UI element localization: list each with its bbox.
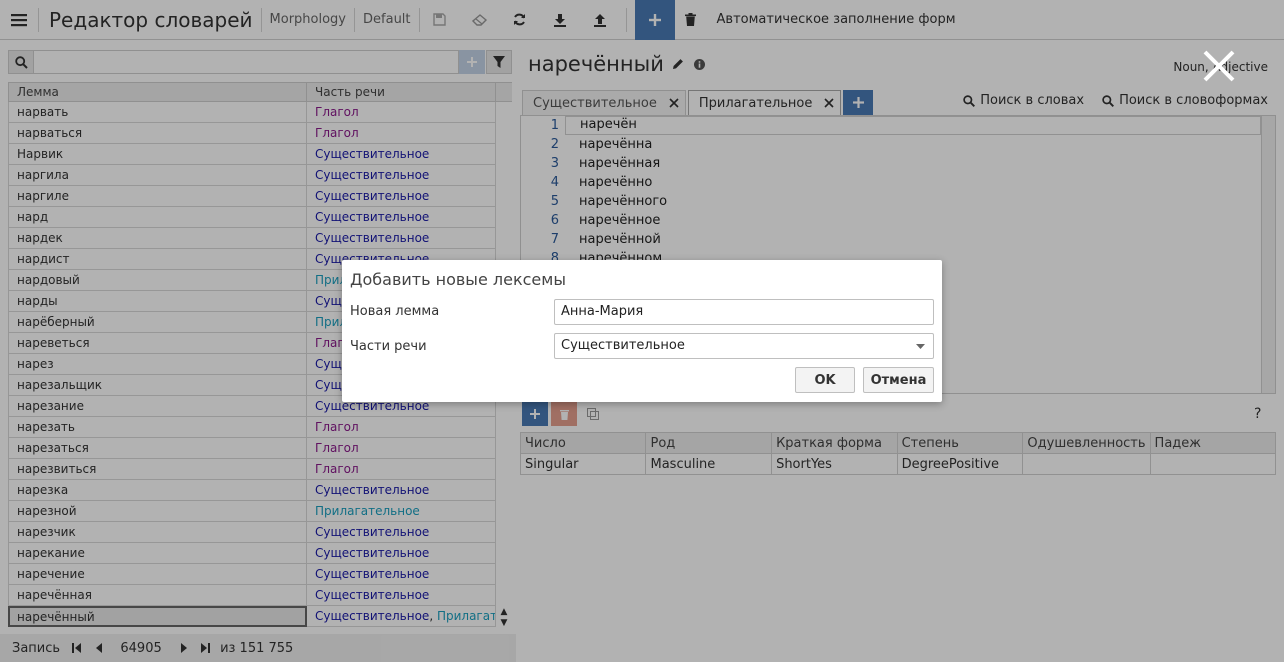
pos-select[interactable]: Существительное [554,333,934,359]
dialog-title: Добавить новые лексемы [350,270,566,289]
cancel-button[interactable]: Отмена [863,367,934,393]
pos-label: Части речи [350,339,427,354]
ok-button[interactable]: OK [795,367,855,393]
new-lemma-input[interactable]: Анна-Мария [554,299,934,325]
chevron-down-icon [916,344,925,349]
close-modal-icon[interactable] [1202,49,1236,83]
new-lemma-label: Новая лемма [350,304,440,319]
pos-select-value: Существительное [561,338,685,353]
add-lexeme-dialog: Добавить новые лексемы Новая лемма Анна-… [342,260,942,402]
